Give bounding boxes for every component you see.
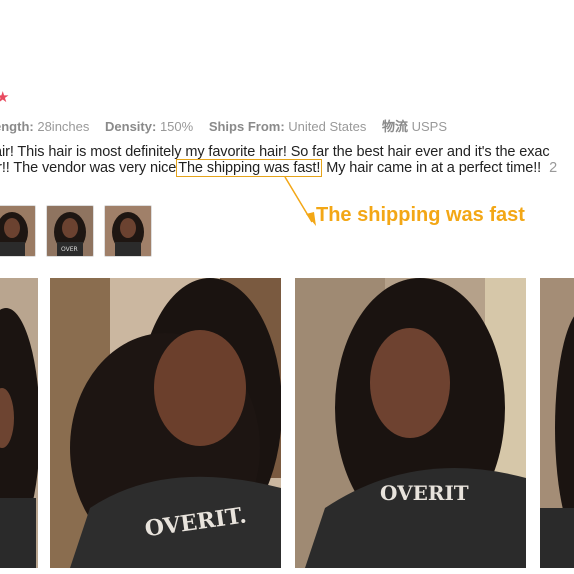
review-photos: OVERIT. OVERIT <box>0 278 574 568</box>
callout-label: The shipping was fast <box>316 204 525 226</box>
review-thumbnail[interactable] <box>104 205 152 257</box>
review-thumbnail[interactable]: OVER <box>46 205 94 257</box>
review-photo[interactable]: OVERIT <box>295 278 526 568</box>
review-thumbnails: OVER <box>0 205 152 257</box>
svg-text:OVERIT: OVERIT <box>380 481 469 505</box>
review-photo[interactable]: OVERIT. <box>50 278 281 568</box>
svg-text:OVER: OVER <box>61 246 78 253</box>
review-photo[interactable] <box>0 278 38 568</box>
review-photo[interactable] <box>540 278 574 568</box>
review-thumbnail[interactable] <box>0 205 36 257</box>
